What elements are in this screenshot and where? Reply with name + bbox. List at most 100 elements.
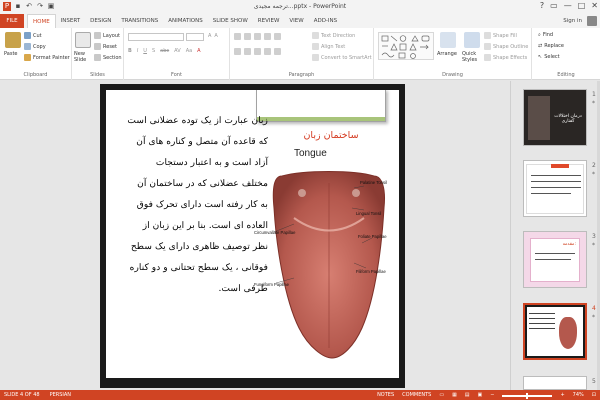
underline-button[interactable]: U: [143, 48, 147, 54]
line-spacing-icon[interactable]: [274, 33, 281, 40]
animation-marker: *: [592, 314, 595, 321]
thumbnail-slide-3[interactable]: مقدمه:: [523, 231, 587, 288]
align-left-icon[interactable]: [234, 48, 241, 55]
help-icon[interactable]: ?: [540, 1, 544, 10]
italic-button[interactable]: I: [137, 48, 138, 54]
character-spacing-button[interactable]: AV: [174, 48, 181, 54]
grow-font-icon[interactable]: A: [208, 33, 211, 39]
find-button[interactable]: ⌕ Find: [538, 32, 553, 38]
shapes-gallery[interactable]: [378, 32, 434, 60]
thumbnail-tongue: [559, 317, 577, 349]
normal-view-icon[interactable]: ▭: [439, 392, 444, 398]
new-slide-button[interactable]: New Slide: [74, 51, 94, 63]
tongue-diagram[interactable]: Tongue Palatine Tonsil Lingual Tonsil Ci…: [254, 148, 399, 373]
shape-outline-button[interactable]: Shape Outline: [484, 43, 528, 50]
bullets-icon[interactable]: [234, 33, 241, 40]
replace-button[interactable]: ⇄ Replace: [538, 43, 564, 49]
tab-file[interactable]: FILE: [0, 14, 24, 28]
font-color-button[interactable]: A: [197, 48, 200, 54]
shrink-font-icon[interactable]: A: [214, 33, 217, 39]
quick-styles-button[interactable]: Quick Styles: [462, 51, 484, 63]
arrange-icon[interactable]: [440, 32, 456, 48]
slide-body-text[interactable]: زبان عبارت از یک توده عضلانی است که قاعد…: [118, 110, 268, 299]
thumbnail-slide-5[interactable]: [523, 376, 587, 390]
change-case-button[interactable]: Aa: [186, 48, 192, 54]
window-controls: ? ▭ — □ ✕: [540, 1, 598, 10]
zoom-out-icon[interactable]: −: [490, 392, 494, 398]
font-name-combo[interactable]: [128, 33, 184, 41]
close-icon[interactable]: ✕: [591, 1, 598, 10]
columns-icon[interactable]: [274, 48, 281, 55]
copy-button[interactable]: Copy: [24, 43, 46, 50]
tab-review[interactable]: REVIEW: [253, 14, 285, 28]
sign-in-link[interactable]: Sign in: [563, 14, 582, 28]
slideshow-icon[interactable]: ▣: [478, 392, 483, 398]
tab-transitions[interactable]: TRANSITIONS: [116, 14, 163, 28]
status-left: SLIDE 4 OF 48 PERSIAN: [4, 392, 71, 398]
quick-styles-icon[interactable]: [464, 32, 480, 48]
shape-fill-button[interactable]: Shape Fill: [484, 32, 517, 39]
section-icon: [94, 54, 101, 61]
align-text-button[interactable]: Align Text: [312, 43, 345, 50]
label-lingual-tonsil: Lingual Tonsil: [356, 211, 381, 216]
thumbnail-slide-4[interactable]: [523, 303, 587, 360]
shadow-button[interactable]: S: [152, 48, 155, 54]
thumbnail-slide-1[interactable]: درمان اختلالات گفتاری: [523, 89, 587, 146]
tab-design[interactable]: DESIGN: [85, 14, 116, 28]
tab-view[interactable]: VIEW: [284, 14, 308, 28]
align-right-icon[interactable]: [254, 48, 261, 55]
body-line: که قاعده آن متصل و کناره های آن: [136, 136, 268, 147]
zoom-level[interactable]: 74%: [573, 392, 584, 398]
zoom-slider[interactable]: [502, 392, 553, 399]
notes-button[interactable]: NOTES: [377, 392, 394, 398]
slide-canvas[interactable]: ساختمان زبان زبان عبارت از یک توده عضلان…: [100, 84, 405, 388]
layout-button[interactable]: Layout: [94, 32, 120, 39]
thumbnail-slide-2[interactable]: [523, 160, 587, 217]
language-indicator[interactable]: PERSIAN: [50, 392, 71, 398]
font-size-combo[interactable]: [186, 33, 204, 41]
maximize-icon[interactable]: □: [578, 1, 586, 10]
cut-button[interactable]: Cut: [24, 32, 42, 39]
justify-icon[interactable]: [264, 48, 271, 55]
tab-home[interactable]: HOME: [27, 14, 56, 28]
bold-button[interactable]: B: [128, 48, 132, 54]
tab-add-ins[interactable]: ADD-INS: [309, 14, 342, 28]
slide-title[interactable]: ساختمان زبان: [286, 130, 376, 141]
text-direction-button[interactable]: Text Direction: [312, 32, 355, 39]
align-center-icon[interactable]: [244, 48, 251, 55]
fit-slide-icon[interactable]: ⊡: [592, 392, 596, 398]
zoom-thumb[interactable]: [526, 392, 529, 399]
tab-slide-show[interactable]: SLIDE SHOW: [208, 14, 253, 28]
paste-button[interactable]: Paste: [4, 51, 18, 57]
paste-icon[interactable]: [5, 32, 21, 48]
strikethrough-button[interactable]: abc: [160, 48, 169, 54]
increase-indent-icon[interactable]: [264, 33, 271, 40]
format-painter-button[interactable]: Format Painter: [24, 54, 70, 61]
thumbnail-number: 5: [592, 378, 596, 385]
tab-animations[interactable]: ANIMATIONS: [163, 14, 208, 28]
reset-button[interactable]: Reset: [94, 43, 117, 50]
new-slide-icon[interactable]: [75, 32, 91, 48]
comments-button[interactable]: COMMENTS: [402, 392, 431, 398]
numbering-icon[interactable]: [244, 33, 251, 40]
editing-label: Editing: [557, 72, 575, 78]
slides-group: New Slide Layout Reset Section Slides: [72, 28, 124, 80]
drawing-group: Arrange Quick Styles Shape Fill Shape Ou…: [374, 28, 532, 80]
label-circumvallate: Circumvallate Papillae: [254, 230, 296, 235]
arrange-button[interactable]: Arrange: [437, 51, 457, 57]
slide-sorter-icon[interactable]: ▦: [452, 392, 457, 398]
reading-view-icon[interactable]: ▤: [465, 392, 470, 398]
decrease-indent-icon[interactable]: [254, 33, 261, 40]
minimize-icon[interactable]: —: [564, 1, 572, 10]
zoom-in-icon[interactable]: +: [560, 392, 564, 398]
shape-effects-button[interactable]: Shape Effects: [484, 54, 527, 61]
ribbon-display-icon[interactable]: ▭: [550, 1, 558, 10]
convert-smartart-button[interactable]: Convert to SmartArt: [312, 54, 372, 61]
select-button[interactable]: ↖ Select: [538, 54, 560, 60]
tab-insert[interactable]: INSERT: [56, 14, 85, 28]
figure-heading: Tongue: [294, 148, 327, 159]
avatar[interactable]: [587, 16, 597, 26]
section-button[interactable]: Section: [94, 54, 122, 61]
copy-label: Copy: [33, 43, 46, 50]
body-line: العاده ای است. بنا بر این زبان از: [142, 220, 268, 231]
